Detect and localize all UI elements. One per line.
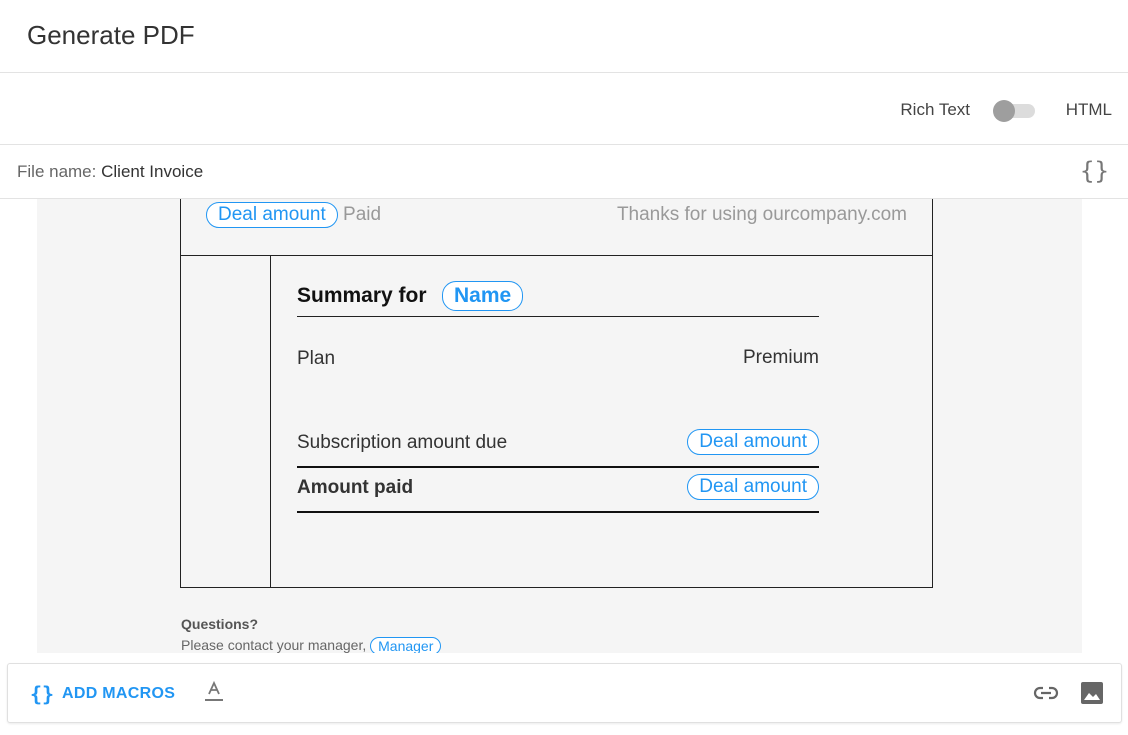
text-format-icon[interactable]	[205, 680, 223, 704]
summary-title-text: Summary for	[297, 284, 427, 307]
deal-amount-macro-chip[interactable]: Deal amount	[687, 474, 819, 500]
subscription-amount-label: Subscription amount due	[297, 432, 508, 453]
document-editor[interactable]: Deal amount Paid Thanks for using ourcom…	[37, 199, 1082, 653]
deal-amount-macro-chip[interactable]: Deal amount	[206, 202, 338, 228]
file-name-value[interactable]: Client Invoice	[101, 162, 203, 181]
html-label: HTML	[1065, 100, 1112, 119]
mode-toggle-row: Rich Text HTML	[0, 73, 1128, 145]
name-macro-chip[interactable]: Name	[442, 281, 524, 311]
add-macros-button[interactable]: ADD MACROS	[62, 685, 175, 703]
rich-text-label: Rich Text	[900, 100, 970, 119]
toggle-thumb[interactable]	[993, 100, 1015, 122]
questions-text-line: Please contact your manager, Manager	[181, 637, 442, 653]
subscription-amount-row: Subscription amount due Deal amount	[297, 429, 819, 468]
file-name-field[interactable]: File name: Client Invoice	[17, 162, 203, 182]
braces-icon[interactable]: {}	[30, 682, 54, 706]
summary-heading: Summary for Name	[297, 281, 819, 317]
editor-toolbar: {} ADD MACROS	[7, 663, 1122, 723]
file-name-label: File name:	[17, 162, 97, 181]
deal-amount-macro-chip[interactable]: Deal amount	[687, 429, 819, 455]
questions-heading: Questions?	[181, 616, 259, 632]
payment-header-box: Deal amount Paid Thanks for using ourcom…	[180, 199, 933, 256]
plan-value: Premium	[742, 347, 819, 368]
questions-block: Questions? Please contact your manager, …	[181, 616, 442, 653]
paid-amount-line: Deal amount Paid	[206, 202, 381, 228]
dialog-header: Generate PDF	[0, 0, 1128, 73]
manager-macro-chip[interactable]: Manager	[370, 637, 442, 653]
dialog-title: Generate PDF	[27, 20, 195, 50]
questions-text: Please contact your manager,	[181, 637, 367, 653]
file-name-row: File name: Client Invoice {}	[0, 145, 1128, 199]
amount-paid-label: Amount paid	[297, 477, 414, 498]
plan-label: Plan	[297, 348, 336, 369]
summary-table: Summary for Name Plan Premium Subscripti…	[180, 255, 933, 588]
amount-paid-row: Amount paid Deal amount	[297, 474, 819, 513]
summary-content: Summary for Name Plan Premium Subscripti…	[297, 256, 819, 587]
paid-text: Paid	[343, 204, 382, 225]
mode-toggle-switch[interactable]	[993, 100, 1035, 122]
link-icon[interactable]	[1033, 683, 1059, 703]
image-icon[interactable]	[1080, 681, 1104, 705]
thanks-text: Thanks for using ourcompany.com	[616, 204, 907, 225]
insert-macro-braces-icon[interactable]: {}	[1080, 157, 1109, 185]
column-divider	[270, 256, 271, 587]
